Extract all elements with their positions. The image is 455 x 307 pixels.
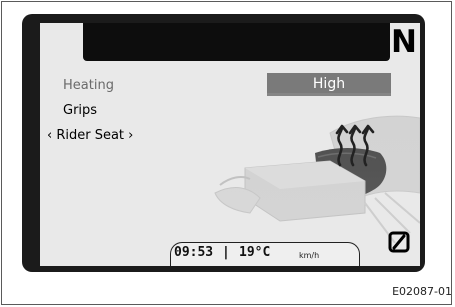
motorcycle-seat-illustration bbox=[190, 93, 420, 243]
status-bar: 09:53 | 19°C km/h bbox=[165, 239, 363, 266]
zero-slashed-icon bbox=[388, 231, 410, 253]
clock-readout: 09:53 bbox=[174, 245, 214, 260]
speed-unit-label: km/h bbox=[299, 251, 320, 260]
dashboard-screen: N Heating Grips ‹ Rider Seat › High 09:5… bbox=[40, 23, 420, 266]
menu-item-rider-seat[interactable]: ‹ Rider Seat › bbox=[47, 128, 133, 143]
menu-item-heating[interactable]: Heating bbox=[63, 78, 114, 93]
figure-caption: E02087-01 bbox=[392, 285, 452, 298]
motorcycle-seat-icon bbox=[190, 93, 420, 243]
status-separator: | bbox=[222, 245, 230, 260]
top-info-bar bbox=[83, 23, 390, 61]
gear-indicator: N bbox=[391, 24, 417, 60]
temperature-readout: 19°C bbox=[239, 245, 271, 260]
menu-item-grips[interactable]: Grips bbox=[63, 103, 97, 118]
